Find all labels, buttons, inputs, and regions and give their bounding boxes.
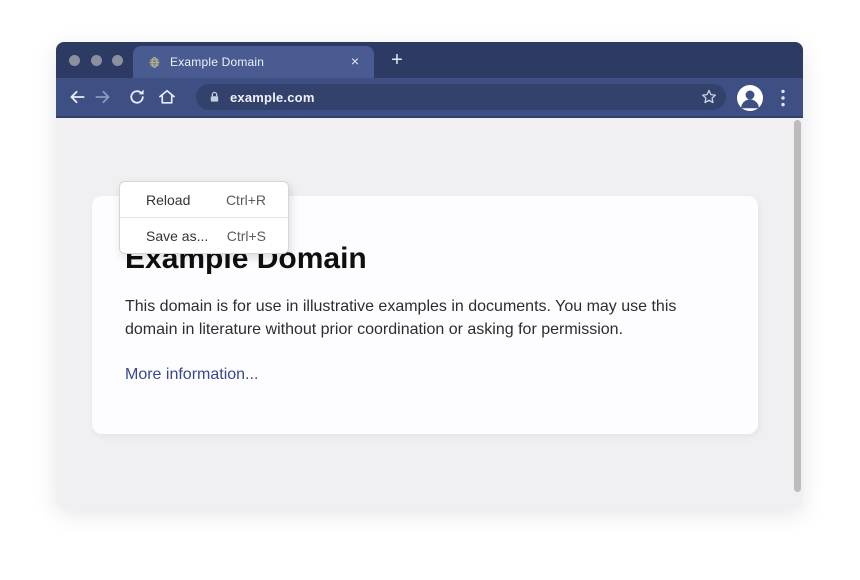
new-tab-button[interactable]: + xyxy=(386,47,408,73)
tab-example-domain[interactable]: Example Domain × xyxy=(133,46,374,78)
maximize-window-button[interactable] xyxy=(112,55,123,66)
menu-item-shortcut: Ctrl+S xyxy=(227,228,266,244)
page-viewport: Example Domain This domain is for use in… xyxy=(56,118,803,506)
vertical-scrollbar-thumb[interactable] xyxy=(794,120,801,492)
person-icon xyxy=(737,85,763,111)
titlebar: Example Domain × + xyxy=(56,42,803,78)
menu-item-save-as[interactable]: Save as... Ctrl+S xyxy=(120,218,288,253)
globe-favicon-icon xyxy=(148,56,161,69)
traffic-lights xyxy=(69,55,123,66)
home-icon[interactable] xyxy=(157,87,177,107)
menu-item-reload[interactable]: Reload Ctrl+R xyxy=(120,182,288,217)
tab-title: Example Domain xyxy=(170,55,347,69)
forward-icon[interactable] xyxy=(93,87,113,107)
menu-item-shortcut: Ctrl+R xyxy=(226,192,266,208)
page-paragraph: This domain is for use in illustrative e… xyxy=(125,296,713,341)
reload-icon[interactable] xyxy=(127,87,147,107)
close-window-button[interactable] xyxy=(69,55,80,66)
minimize-window-button[interactable] xyxy=(91,55,102,66)
url-text: example.com xyxy=(230,90,315,105)
lock-icon[interactable] xyxy=(208,90,221,104)
context-menu: Reload Ctrl+R Save as... Ctrl+S xyxy=(119,181,289,254)
toolbar: example.com xyxy=(56,78,803,118)
overflow-menu-icon[interactable] xyxy=(777,88,789,108)
address-bar[interactable]: example.com xyxy=(196,84,726,110)
browser-window: Example Domain × + xyxy=(56,42,803,508)
profile-avatar-button[interactable] xyxy=(737,85,763,111)
menu-item-label: Save as... xyxy=(146,228,208,244)
tab-close-icon[interactable]: × xyxy=(347,54,363,70)
back-icon[interactable] xyxy=(67,87,87,107)
menu-item-label: Reload xyxy=(146,192,190,208)
bookmark-star-icon[interactable] xyxy=(699,87,719,107)
more-information-link[interactable]: More information... xyxy=(125,366,258,383)
screenshot-stage: Example Domain × + xyxy=(0,0,860,580)
